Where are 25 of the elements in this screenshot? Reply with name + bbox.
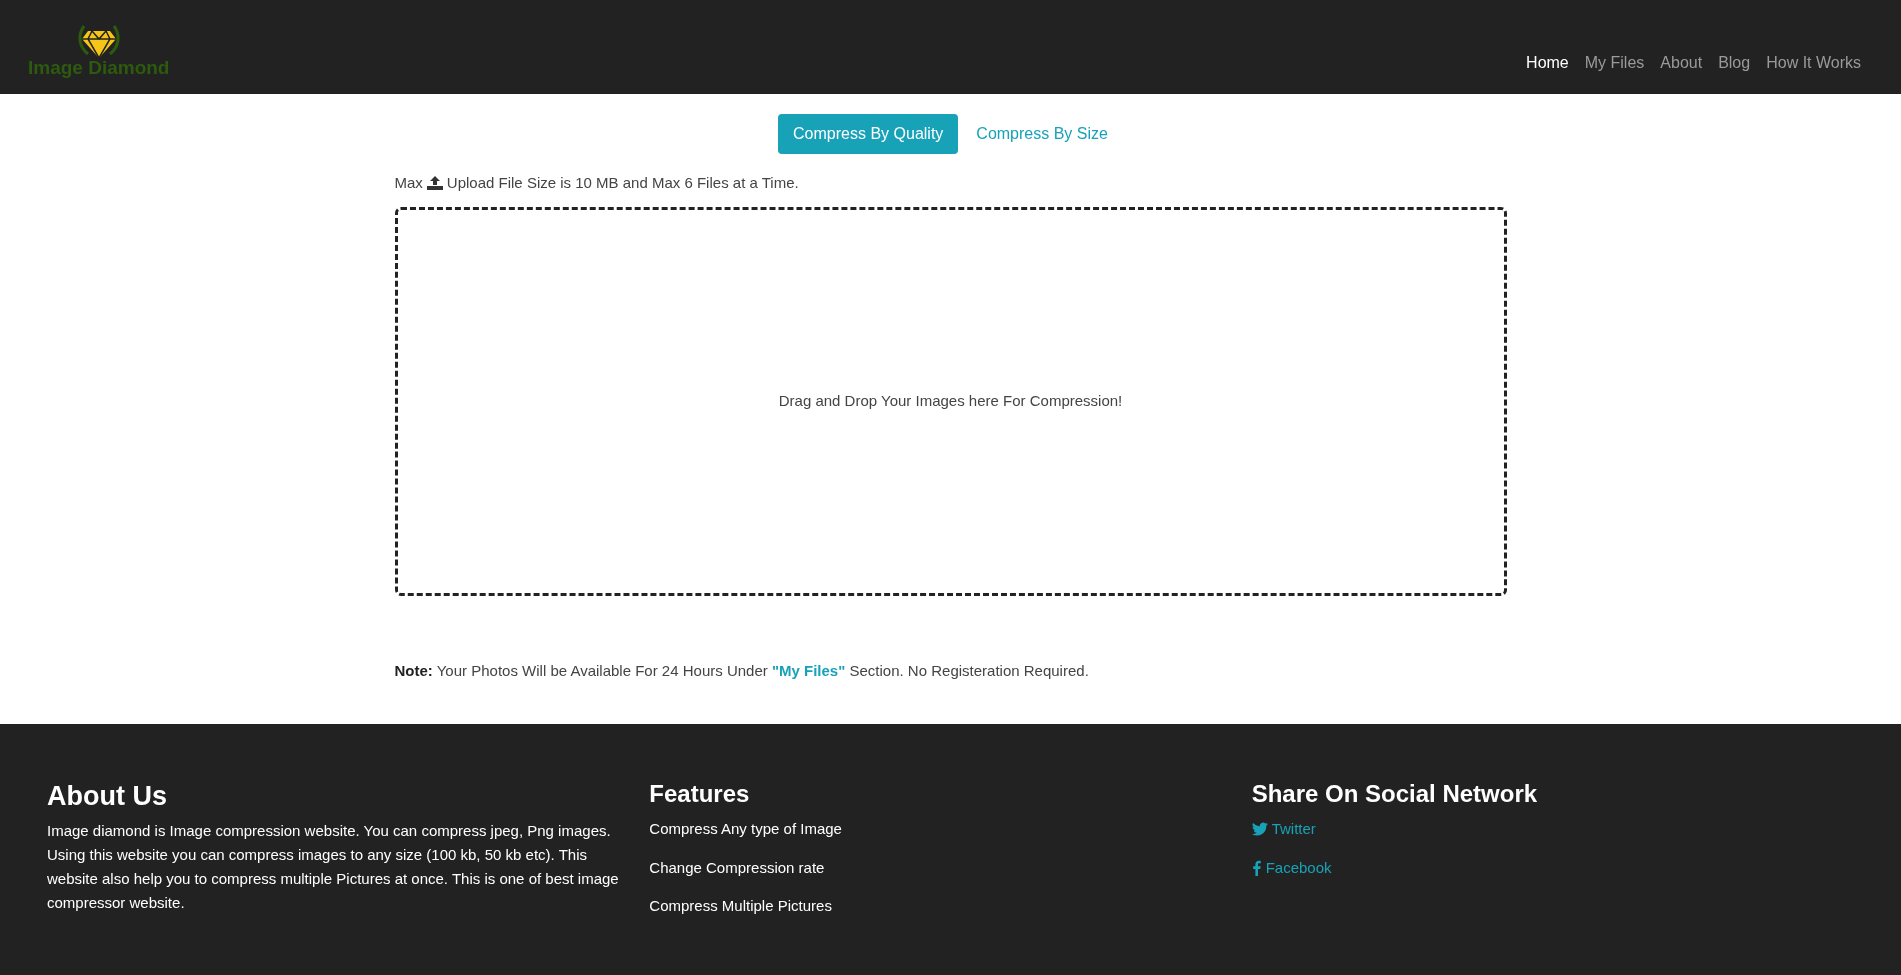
compress-tab[interactable]: Compress By Quality	[778, 114, 959, 154]
about-text: Image diamond is Image compression website. You can compress jpeg, Png images. Using this website you can compress images to any size (100 kb, 50 kb etc). This website also help you to compress multiple Pictures at once. This is one of best image compressor website.	[47, 820, 620, 913]
compress-tab[interactable]: Compress By Size	[961, 114, 1123, 154]
letter-f-icon	[1251, 859, 1262, 876]
about-heading: About Us	[47, 780, 168, 813]
upload-limit-text: Upload File Size is 10 MB and Max 6 Files at a Time.	[446, 173, 799, 193]
nav-link[interactable]: My Files	[1584, 51, 1645, 75]
upload-limit-text: Max	[394, 173, 423, 193]
my-files-link[interactable]: "My Files"	[771, 661, 846, 679]
nav-link[interactable]: How It Works	[1766, 51, 1861, 75]
drop-zone-text: Drag and Drop Your Images here For Compression!	[778, 390, 1123, 411]
nav-link[interactable]: Blog	[1718, 51, 1751, 75]
feature-item: Change Compression rate	[649, 857, 826, 878]
note-text: Note: Your Photos Will be Available For 24 Hours Under "My Files" Section. No Registeration Required.	[394, 660, 1090, 681]
features-heading: Features	[649, 779, 751, 809]
feature-item: Compress Any type of Image	[649, 819, 843, 839]
nav-link[interactable]: About	[1660, 51, 1703, 75]
social-link[interactable]: Twitter	[1271, 818, 1316, 841]
social-heading: Share On Social Network	[1251, 779, 1539, 809]
drop-zone[interactable]: Drag and Drop Your Images here For Compression!	[394, 206, 1507, 596]
twitter-bird-icon	[1251, 821, 1268, 838]
social-link[interactable]: Facebook	[1265, 856, 1332, 879]
nav-link[interactable]: Home	[1526, 51, 1569, 75]
upload-icon	[426, 176, 443, 191]
feature-item: Compress Multiple Pictures	[649, 896, 833, 916]
